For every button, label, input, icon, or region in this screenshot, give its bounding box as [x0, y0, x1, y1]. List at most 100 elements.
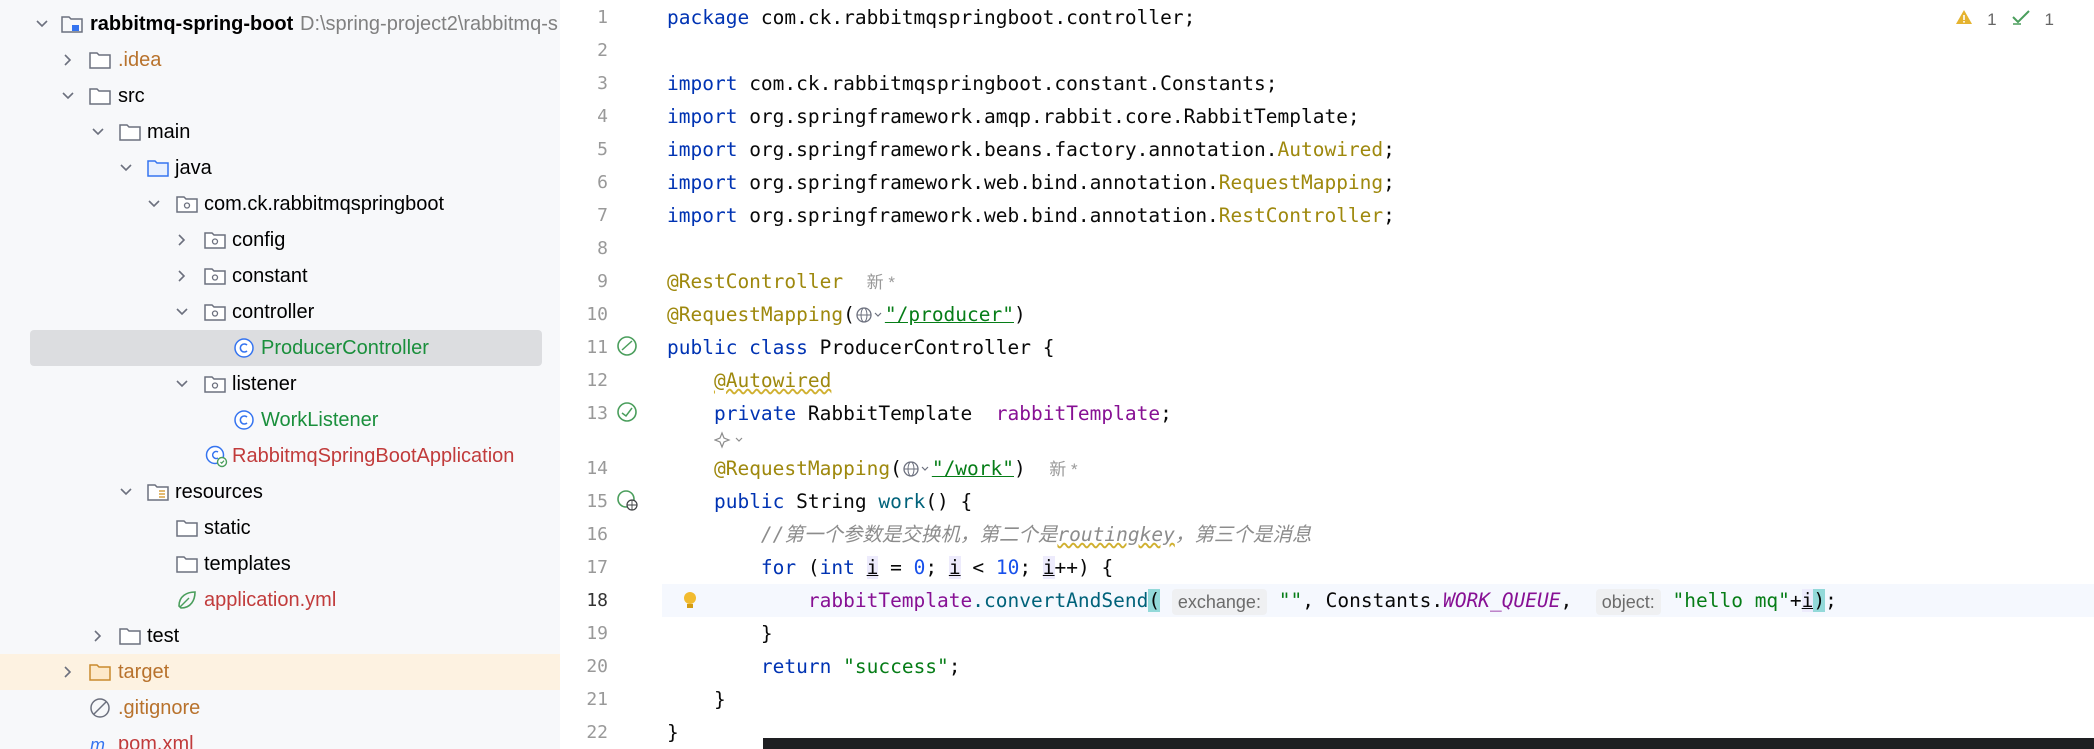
code-line-3: import com.ck.rabbitmqspringboot.constan…	[667, 72, 1278, 95]
tree-item-static[interactable]: static	[0, 510, 560, 546]
tree-item-config[interactable]: config	[0, 222, 560, 258]
tree-label: controller	[232, 301, 315, 323]
chevron-down-icon[interactable]	[148, 198, 160, 210]
tree-label: pom.xml	[118, 733, 194, 749]
resources-folder-icon	[146, 480, 170, 504]
autowired-bean-icon[interactable]	[615, 400, 639, 424]
tree-label: application.yml	[204, 589, 337, 611]
excluded-folder-icon	[88, 660, 112, 684]
code-line-9: @RestController 新 *	[667, 270, 895, 293]
package-icon	[175, 192, 199, 216]
tree-label: static	[204, 517, 251, 539]
line-number: 14	[586, 458, 608, 479]
globe-icon[interactable]	[855, 303, 885, 326]
code-line-15: public String work() {	[713, 490, 973, 513]
tree-label: java	[175, 157, 212, 179]
chevron-right-icon[interactable]	[92, 630, 104, 642]
tree-item-test[interactable]: test	[0, 618, 560, 654]
code-line-6: import org.springframework.web.bind.anno…	[667, 171, 1395, 194]
tree-item-templates[interactable]: templates	[0, 546, 560, 582]
tree-label: listener	[232, 373, 297, 395]
folder-icon	[118, 624, 142, 648]
tree-label: ProducerController	[261, 337, 429, 359]
code-line-14: @RequestMapping("/work") 新 *	[713, 457, 1078, 480]
endpoint-icon[interactable]	[615, 488, 639, 512]
tree-label: WorkListener	[261, 409, 379, 431]
new-marker: 新 *	[1049, 460, 1078, 479]
chevron-right-icon[interactable]	[176, 270, 188, 282]
chevron-right-icon[interactable]	[176, 234, 188, 246]
code-editor[interactable]: 1 1 1 2 3 4 5 6 7 8 9 10 11 12 13 14 15 …	[560, 0, 2094, 749]
tree-label: config	[232, 229, 286, 251]
tree-item-controller[interactable]: controller	[0, 294, 560, 330]
chevron-down-icon[interactable]	[36, 18, 48, 30]
tree-item-listener[interactable]: listener	[0, 366, 560, 402]
tree-label: resources	[175, 481, 263, 503]
line-number: 11	[586, 337, 608, 358]
code-line-1: package com.ck.rabbitmqspringboot.contro…	[667, 6, 1196, 29]
bean-icon[interactable]	[615, 334, 639, 358]
code-line-13: private RabbitTemplate rabbitTemplate;	[713, 402, 1172, 425]
tree-item-src[interactable]: src	[0, 78, 560, 114]
tree-label: target	[118, 661, 170, 683]
tree-item-application-yml[interactable]: application.yml	[0, 582, 560, 618]
ok-count: 1	[2044, 9, 2054, 29]
gutter: 1 2 3 4 5 6 7 8 9 10 11 12 13 14 15 16 1…	[560, 0, 696, 749]
tree-label: com.ck.rabbitmqspringboot	[204, 193, 445, 215]
line-number: 7	[597, 205, 608, 226]
code-line-5: import org.springframework.beans.factory…	[667, 138, 1395, 161]
tree-item-pom[interactable]: m pom.xml	[0, 726, 560, 749]
tree-item-java[interactable]: java	[0, 150, 560, 186]
chevron-right-icon[interactable]	[62, 666, 74, 678]
code-vision-row[interactable]	[667, 427, 748, 453]
line-number: 8	[597, 238, 608, 259]
line-number: 18	[586, 590, 608, 611]
tree-item-constant[interactable]: constant	[0, 258, 560, 294]
tree-label: constant	[232, 265, 308, 287]
inspection-widget[interactable]: 1 1	[1955, 8, 2054, 31]
line-number: 9	[597, 271, 608, 292]
code-line-16: //第一个参数是交换机，第二个是routingkey，第三个是消息	[760, 523, 1312, 546]
svg-text:m: m	[90, 735, 105, 749]
code-line-11: public class ProducerController {	[667, 336, 1055, 359]
tree-item-gitignore[interactable]: .gitignore	[0, 690, 560, 726]
tree-item-target[interactable]: target	[0, 654, 560, 690]
package-icon	[203, 372, 227, 396]
check-icon	[2011, 8, 2031, 31]
tree-label: src	[118, 85, 145, 107]
chevron-down-icon[interactable]	[176, 306, 188, 318]
tree-label: .gitignore	[118, 697, 201, 719]
tree-item-idea[interactable]: .idea	[0, 42, 560, 78]
tree-item-producer-controller[interactable]: ProducerController	[0, 330, 560, 366]
ignore-file-icon	[88, 696, 112, 720]
code-line-20: return "success";	[760, 655, 961, 678]
chevron-down-icon[interactable]	[176, 378, 188, 390]
tree-label: test	[147, 625, 180, 647]
code-line-17: for (int i = 0; i < 10; i++) {	[760, 556, 1114, 579]
chevron-down-icon[interactable]	[62, 90, 74, 102]
package-icon	[203, 300, 227, 324]
chevron-down-icon[interactable]	[120, 162, 132, 174]
tree-item-package[interactable]: com.ck.rabbitmqspringboot	[0, 186, 560, 222]
line-number: 4	[597, 106, 608, 127]
line-number: 21	[586, 689, 608, 710]
chevron-down-icon[interactable]	[92, 126, 104, 138]
chevron-right-icon[interactable]	[62, 54, 74, 66]
tree-label: RabbitmqSpringBootApplication	[232, 445, 515, 467]
maven-icon: m	[88, 732, 112, 749]
globe-icon[interactable]	[902, 457, 932, 480]
line-number: 6	[597, 172, 608, 193]
code-line-12: @Autowired	[713, 369, 832, 392]
code-line-21: }	[667, 688, 726, 711]
tree-item-work-listener[interactable]: WorkListener	[0, 402, 560, 438]
tree-item-resources[interactable]: resources	[0, 474, 560, 510]
tree-item-project-root[interactable]: rabbitmq-spring-boot D:\spring-project2\…	[0, 6, 560, 42]
tree-item-main[interactable]: main	[0, 114, 560, 150]
tree-item-application-class[interactable]: RabbitmqSpringBootApplication	[0, 438, 560, 474]
line-number: 19	[586, 623, 608, 644]
tree-label: .idea	[118, 49, 162, 71]
line-number: 20	[586, 656, 608, 677]
project-path: D:\spring-project2\rabbitmq-s	[300, 13, 558, 35]
ai-sparkle-icon[interactable]	[713, 428, 748, 451]
chevron-down-icon[interactable]	[120, 486, 132, 498]
